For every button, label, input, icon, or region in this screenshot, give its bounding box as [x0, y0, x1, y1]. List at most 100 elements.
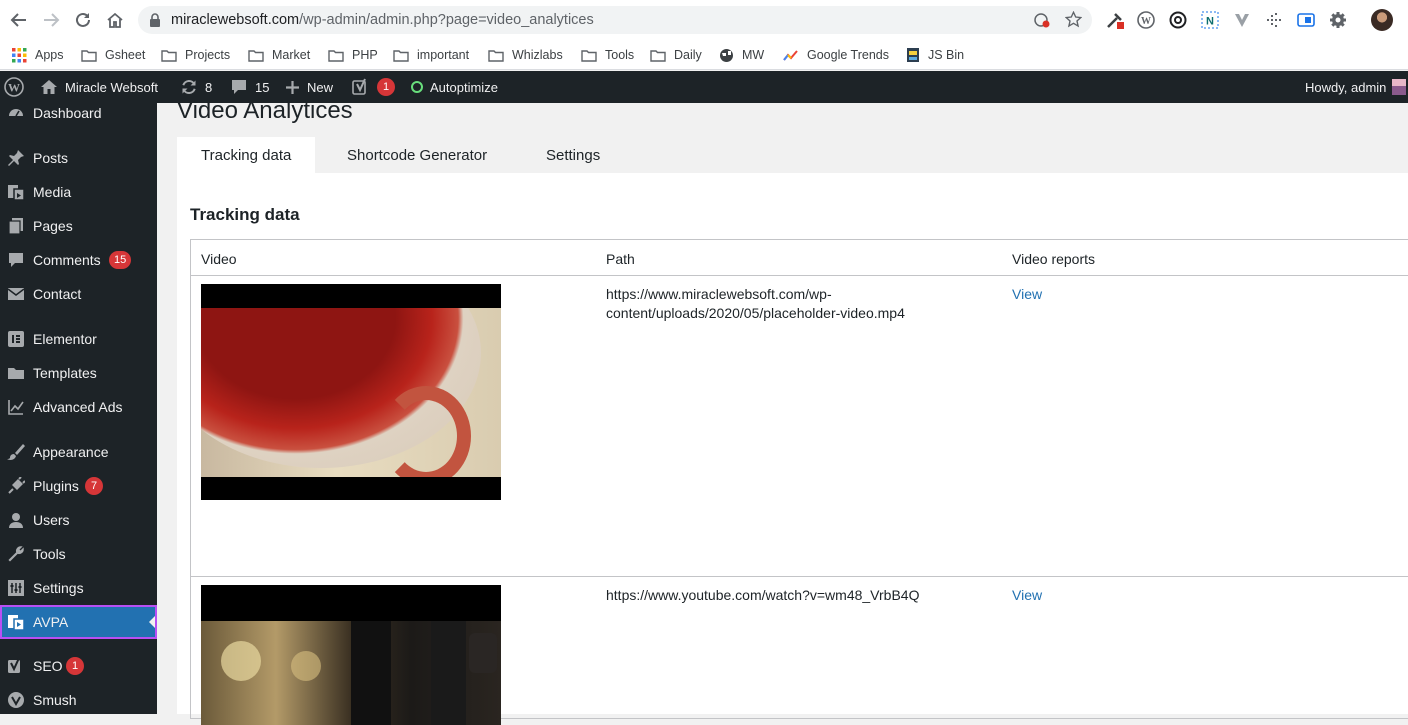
tab-label: Settings	[546, 146, 601, 164]
sidebar-item-label: Dashboard	[33, 105, 102, 121]
sidebar-item-avpa[interactable]: AVPA	[0, 605, 157, 639]
reload-icon	[76, 12, 90, 27]
folder-icon	[650, 49, 666, 62]
sidebar-item-plugins[interactable]: Plugins 7	[0, 469, 157, 503]
folder-icon	[581, 49, 597, 62]
bookmark-label: Gsheet	[105, 48, 146, 62]
bookmark-folder[interactable]: important	[393, 44, 469, 66]
page-title: Video Analytices	[177, 97, 353, 124]
video-thumbnail[interactable]	[201, 585, 501, 725]
tab-settings[interactable]: Settings	[522, 137, 624, 173]
view-report-link[interactable]: View	[1012, 586, 1042, 605]
sidebar-item-posts[interactable]: Posts	[0, 141, 157, 175]
sidebar-item-label: AVPA	[33, 614, 69, 630]
tab-tracking-data[interactable]: Tracking data	[177, 137, 316, 173]
wrench-icon	[6, 544, 26, 564]
blocked-icon[interactable]	[1034, 12, 1050, 28]
bookmark-folder[interactable]: PHP	[328, 44, 378, 66]
globe-icon	[720, 48, 733, 62]
svg-text:W: W	[8, 81, 20, 95]
sidebar-item-smush[interactable]: Smush	[0, 683, 157, 717]
video-thumbnail[interactable]	[201, 284, 501, 500]
reload-button[interactable]	[73, 10, 93, 30]
status-circle-icon	[411, 81, 423, 93]
comments-count: 15	[255, 79, 270, 95]
column-header-video: Video	[201, 251, 237, 267]
sidebar-item-media[interactable]: Media	[0, 175, 157, 209]
bookmark-apps[interactable]: Apps	[12, 44, 64, 66]
table-row: https://www.youtube.com/watch?v=wm48_Vrb…	[191, 577, 1408, 725]
bookmark-label: Apps	[35, 48, 64, 62]
extension-v-icon[interactable]	[1233, 11, 1251, 29]
sidebar-item-users[interactable]: Users	[0, 503, 157, 537]
sidebar-item-label: Media	[33, 184, 72, 200]
sidebar-item-contact[interactable]: Contact	[0, 277, 157, 311]
extension-tool-icon[interactable]	[1106, 11, 1124, 29]
sidebar-item-appearance[interactable]: Appearance	[0, 435, 157, 469]
view-report-link[interactable]: View	[1012, 285, 1042, 304]
sidebar-item-label: Posts	[33, 150, 69, 166]
dashboard-icon	[6, 103, 26, 123]
wordpress-extension-icon[interactable]: W	[1137, 11, 1155, 29]
address-bar[interactable]: miraclewebsoft.com/wp-admin/admin.php?pa…	[138, 6, 1092, 34]
bookmark-folder[interactable]: Gsheet	[81, 44, 145, 66]
bookmark-folder[interactable]: Whizlabs	[488, 44, 563, 66]
profile-avatar[interactable]	[1371, 9, 1393, 31]
bookmark-jsbin[interactable]: JS Bin	[906, 44, 964, 66]
svg-text:N: N	[1206, 16, 1214, 28]
sidebar-item-label: Plugins	[33, 478, 79, 494]
light-spot	[221, 641, 261, 681]
extension-grid-icon[interactable]	[1265, 11, 1283, 29]
bookmark-google-trends[interactable]: Google Trends	[783, 44, 889, 66]
elementor-icon	[6, 329, 26, 349]
sidebar-item-pages[interactable]: Pages	[0, 209, 157, 243]
bookmark-folder[interactable]: Projects	[161, 44, 230, 66]
figure-shape	[351, 621, 391, 725]
sidebar-item-comments[interactable]: Comments 15	[0, 243, 157, 277]
autoptimize-menu[interactable]: Autoptimize	[411, 71, 498, 103]
bookmark-folder[interactable]: Daily	[650, 44, 702, 66]
yoast-menu[interactable]: 1	[352, 71, 395, 103]
sidebar-item-label: Smush	[33, 692, 77, 708]
extension-gear-icon[interactable]	[1329, 11, 1347, 29]
video-frame	[201, 621, 501, 725]
sidebar-item-seo[interactable]: SEO 1	[0, 649, 157, 683]
bookmark-mw[interactable]: MW	[719, 44, 764, 66]
folder-icon	[328, 49, 344, 62]
arrow-right-icon	[44, 13, 60, 27]
extension-n-icon[interactable]: N	[1201, 11, 1219, 29]
folder-icon	[488, 49, 504, 62]
path-text-line: https://www.miraclewebsoft.com/wp-	[606, 286, 832, 302]
my-account-menu[interactable]: Howdy, admin	[1305, 71, 1407, 103]
back-button[interactable]	[9, 10, 29, 30]
bookmark-label: Projects	[185, 48, 231, 62]
cup-handle	[381, 386, 471, 477]
sidebar-item-tools[interactable]: Tools	[0, 537, 157, 571]
bookmark-label: Daily	[674, 48, 702, 62]
extension-blue-icon[interactable]	[1297, 11, 1315, 29]
sidebar-item-dashboard[interactable]: Dashboard	[0, 96, 157, 130]
sidebar-item-label: Contact	[33, 286, 82, 302]
forward-button[interactable]	[41, 10, 61, 30]
jsbin-icon	[907, 48, 919, 62]
tab-shortcode-generator[interactable]: Shortcode Generator	[323, 137, 511, 173]
bookmark-label: Whizlabs	[512, 48, 563, 62]
sidebar-item-elementor[interactable]: Elementor	[0, 322, 157, 356]
sidebar-item-label: SEO	[33, 658, 63, 674]
folder-icon	[248, 49, 264, 62]
bookmark-folder[interactable]: Market	[248, 44, 310, 66]
tab-panel: Tracking data Video Path Video reports h…	[177, 173, 1408, 725]
sidebar-item-templates[interactable]: Templates	[0, 356, 157, 390]
sidebar-item-label: Users	[33, 512, 70, 528]
star-icon[interactable]	[1065, 11, 1082, 28]
bookmark-label: Google Trends	[807, 48, 889, 62]
bookmark-folder[interactable]: Tools	[581, 44, 634, 66]
bookmark-label: MW	[742, 48, 765, 62]
sidebar-item-settings[interactable]: Settings	[0, 571, 157, 605]
extension-circle-icon[interactable]	[1169, 11, 1187, 29]
path-cell: https://www.youtube.com/watch?v=wm48_Vrb…	[606, 586, 919, 605]
sidebar-item-advanced-ads[interactable]: Advanced Ads	[0, 390, 157, 424]
home-button[interactable]	[105, 10, 125, 30]
sidebar-item-label: Settings	[33, 580, 84, 596]
bookmarks-bar: Apps Gsheet Projects Market PHP importan…	[0, 40, 1408, 70]
